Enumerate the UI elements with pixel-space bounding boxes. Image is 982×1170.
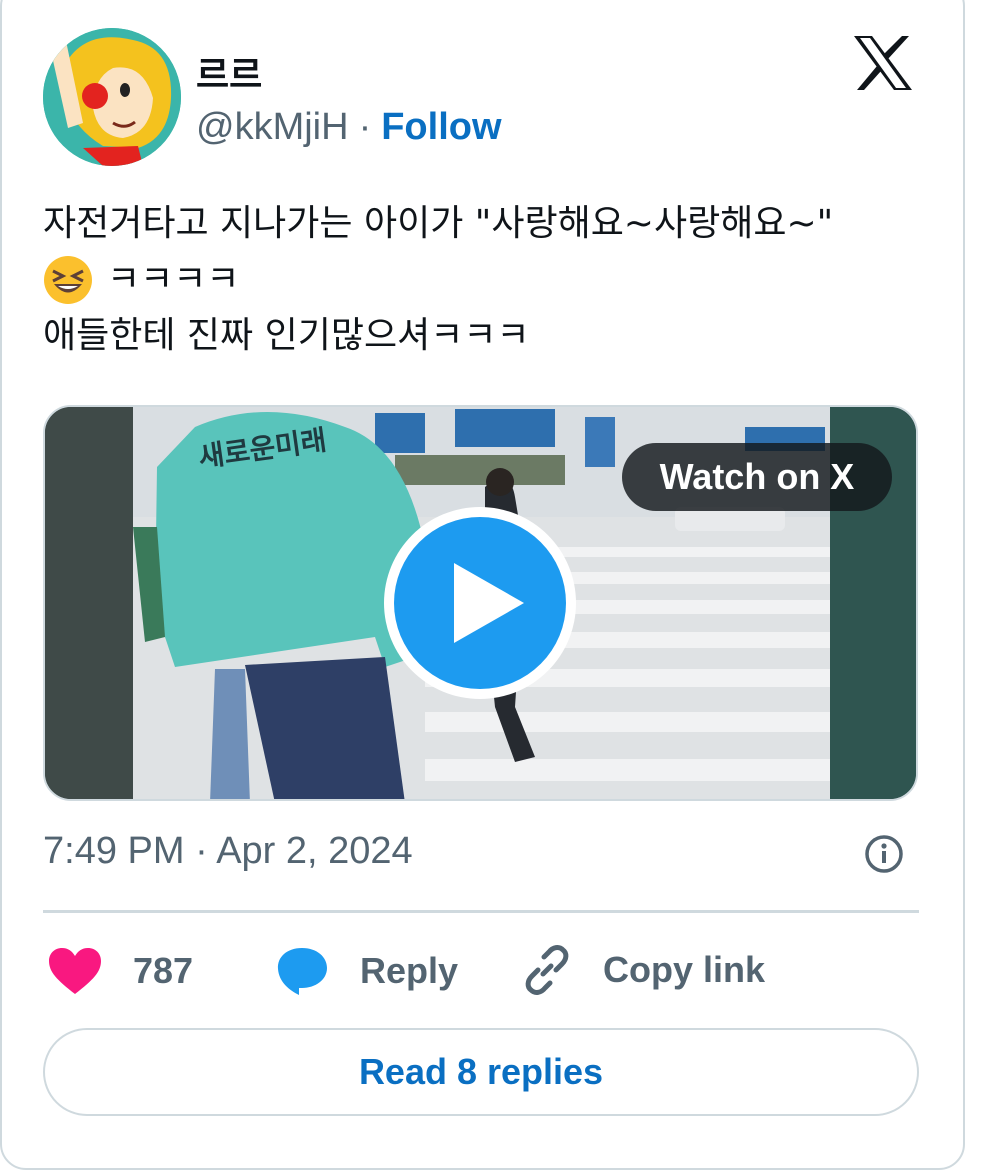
author-handle-row: @kkMjiH · Follow [196, 106, 502, 149]
tweet-text-line: 애들한테 진짜 인기많으셔ㅋㅋㅋ [43, 315, 530, 356]
tweet-timestamp[interactable]: 7:49 PM · Apr 2, 2024 [43, 830, 413, 873]
heart-icon [49, 948, 101, 994]
tweet-text-line-emoji: ㅋㅋㅋㅋ [43, 252, 923, 308]
tweet-actions: 787 Reply Copy link [43, 938, 919, 1000]
copy-link-label: Copy link [603, 949, 766, 990]
like-count: 787 [133, 950, 194, 991]
reply-label: Reply [360, 950, 459, 991]
watch-on-x-button[interactable]: Watch on X [622, 443, 892, 511]
like-button[interactable]: 787 [47, 946, 193, 996]
reply-button[interactable]: Reply [275, 946, 458, 996]
tweet-text: 자전거타고 지나가는 아이가 "사랑해요~사랑해요~" ㅋㅋㅋㅋ 애들한테 진짜… [43, 196, 923, 364]
tweet-text-line: 자전거타고 지나가는 아이가 "사랑해요~사랑해요~" [43, 203, 834, 244]
link-icon [525, 945, 569, 995]
author-handle[interactable]: @kkMjiH [196, 106, 349, 149]
read-replies-button[interactable]: Read 8 replies [43, 1028, 919, 1116]
divider [43, 910, 919, 913]
copy-link-button[interactable]: Copy link [521, 944, 765, 996]
info-icon[interactable] [864, 834, 904, 874]
tweet-laugh-text: ㅋㅋㅋㅋ [107, 259, 240, 300]
x-logo-icon[interactable] [852, 34, 914, 92]
author-display-name[interactable]: 르르 [196, 46, 262, 98]
reply-bubble-icon [277, 948, 327, 995]
avatar-image [43, 28, 181, 166]
play-icon[interactable] [382, 505, 578, 701]
grinning-squinting-face-emoji [44, 256, 92, 304]
follow-button[interactable]: Follow [381, 106, 501, 149]
separator-dot: · [358, 106, 372, 148]
avatar[interactable] [43, 28, 181, 166]
